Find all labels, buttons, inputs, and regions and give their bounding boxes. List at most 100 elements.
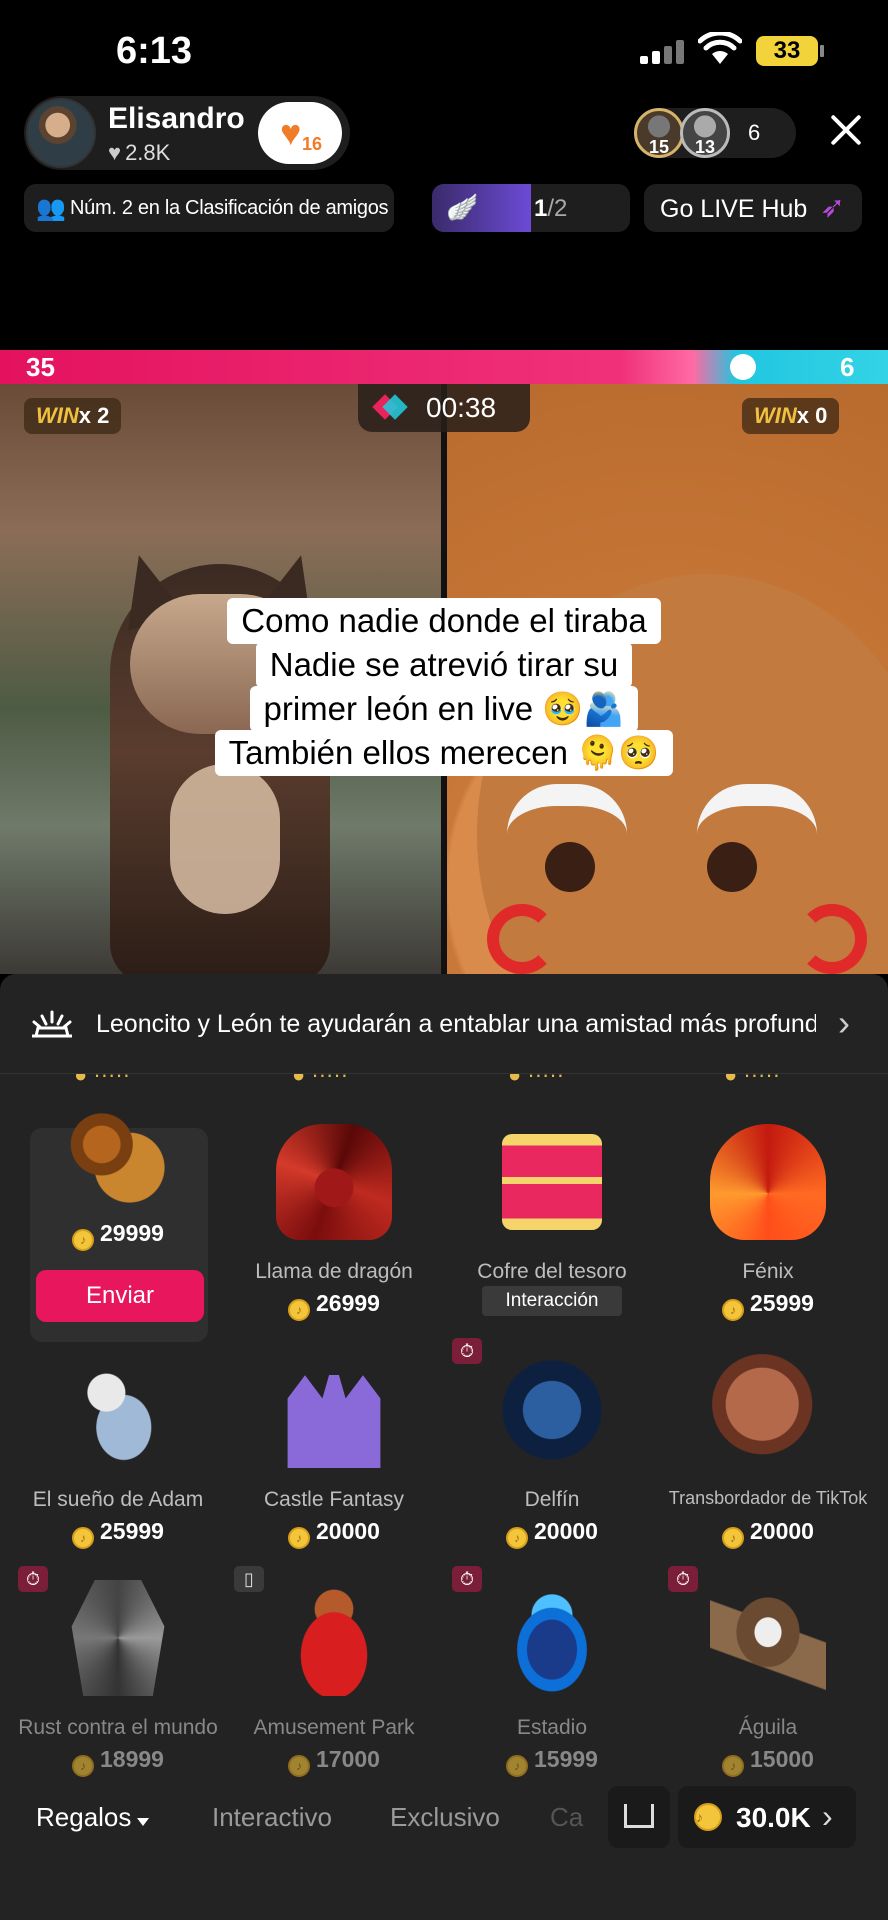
friends-icon: 👥 bbox=[36, 195, 66, 222]
cut-price: ● ····· bbox=[508, 1074, 565, 1087]
coin-icon: ♪ bbox=[694, 1803, 722, 1831]
cut-price: ● ····· bbox=[724, 1074, 781, 1087]
arrow-icon: ➶ bbox=[820, 191, 846, 224]
host-likes: ♥ 2.8K bbox=[108, 140, 170, 166]
gift-price-value: 15000 bbox=[750, 1746, 814, 1772]
chevron-right-icon: › bbox=[822, 1798, 833, 1834]
video-gift-icon: ▯ bbox=[234, 1566, 264, 1592]
goal-icon: 🪽 bbox=[446, 192, 479, 222]
gift-price: ♪ 20000 bbox=[444, 1518, 660, 1549]
coin-icon: ♪ bbox=[506, 1755, 529, 1777]
gift-name: Amusement Park bbox=[253, 1716, 415, 1739]
battle-timer-text: 00:38 bbox=[426, 392, 497, 423]
left-win-count: x 2 bbox=[78, 403, 110, 428]
robot-icon bbox=[71, 1580, 165, 1696]
coin-icon: ♪ bbox=[288, 1755, 311, 1777]
fan-club-button[interactable]: ♥ 16 bbox=[258, 102, 342, 164]
coin-icon: ♪ bbox=[506, 1527, 529, 1549]
host-profile-pill[interactable]: Elisandro ♥ 2.8K ♥ 16 bbox=[24, 96, 350, 170]
dragon-icon bbox=[276, 1124, 392, 1240]
gift-price-value: 25999 bbox=[750, 1290, 814, 1316]
crown-rays-icon bbox=[32, 1010, 72, 1038]
tab-interactive[interactable]: Interactivo bbox=[212, 1802, 332, 1833]
chevron-right-icon[interactable]: › bbox=[838, 1002, 850, 1044]
fan-level: 16 bbox=[302, 134, 323, 154]
close-icon[interactable] bbox=[828, 112, 864, 148]
goal-progress-pill[interactable]: 🪽 1/2 bbox=[432, 184, 630, 232]
tab-exclusive[interactable]: Exclusivo bbox=[390, 1802, 500, 1833]
battery-level: 33 bbox=[773, 37, 801, 64]
right-win-label: WIN bbox=[754, 403, 797, 428]
battery-tip bbox=[820, 45, 824, 57]
battle-score-bar: 35 6 bbox=[0, 350, 888, 384]
cat-chest bbox=[170, 764, 280, 914]
gift-price: ♪ 25999 bbox=[660, 1290, 876, 1321]
gift-name: Llama de dragón bbox=[255, 1260, 413, 1283]
crown-button[interactable] bbox=[608, 1786, 670, 1848]
candy-swirl bbox=[487, 904, 557, 974]
viewer-avatar-1[interactable]: 15 bbox=[634, 108, 684, 158]
candy-swirl bbox=[797, 904, 867, 974]
gift-price: ♪ 26999 bbox=[226, 1290, 442, 1321]
gift-price-value: 20000 bbox=[534, 1518, 598, 1544]
tab-gifts[interactable]: Regalos bbox=[36, 1802, 150, 1833]
coin-icon: ♪ bbox=[722, 1755, 745, 1777]
wallet-button[interactable]: ♪ 30.0K › bbox=[678, 1786, 856, 1848]
wifi-icon bbox=[698, 32, 742, 64]
coin-balance: 30.0K bbox=[736, 1802, 811, 1833]
gift-name: Rust contra el mundo bbox=[18, 1716, 218, 1739]
coin-icon: ♪ bbox=[722, 1527, 745, 1549]
treasure-chest-icon bbox=[502, 1134, 602, 1230]
gift-price: ♪ 15000 bbox=[660, 1746, 876, 1777]
gift-price-value: 26999 bbox=[316, 1290, 380, 1316]
gift-price: ♪ 20000 bbox=[226, 1518, 442, 1549]
fan-heart-icon: ♥ bbox=[280, 112, 302, 153]
battery-icon: 33 bbox=[756, 36, 818, 66]
viewer-group[interactable]: 15 13 6 bbox=[634, 108, 796, 158]
send-button[interactable]: Enviar bbox=[36, 1270, 204, 1322]
timer-icon: ⏱ bbox=[452, 1566, 482, 1592]
tab-gifts-label: Regalos bbox=[36, 1802, 132, 1832]
gift-price-value: 18999 bbox=[100, 1746, 164, 1772]
caption-line: Nadie se atrevió tirar su bbox=[255, 642, 633, 688]
right-win-badge: WINx 0 bbox=[742, 398, 840, 434]
friends-rank-pill[interactable]: 👥 Núm. 2 en la Clasificación de amigos bbox=[24, 184, 394, 232]
coin-icon: ♪ bbox=[72, 1755, 95, 1777]
gingerbread-eye bbox=[707, 842, 757, 892]
gift-price-value: 20000 bbox=[316, 1518, 380, 1544]
battle-right-score: 6 bbox=[840, 352, 855, 382]
gift-price: ♪ 15999 bbox=[444, 1746, 660, 1777]
gift-price-value: 25999 bbox=[100, 1518, 164, 1544]
gift-name: El sueño de Adam bbox=[32, 1488, 204, 1511]
caption-line: Como nadie donde el tiraba bbox=[227, 598, 661, 644]
go-live-hub-button[interactable]: Go LIVE Hub ➶ bbox=[644, 184, 862, 232]
go-live-hub-label: Go LIVE Hub bbox=[660, 195, 808, 223]
cut-price: ● ····· bbox=[74, 1074, 131, 1087]
gift-banner-text: Leoncito y León te ayudarán a entablar u… bbox=[96, 1010, 816, 1038]
coin-icon: ♪ bbox=[288, 1299, 311, 1321]
tab-more[interactable]: Ca bbox=[550, 1802, 583, 1833]
coin-icon: ♪ bbox=[72, 1527, 95, 1549]
battle-icon bbox=[376, 394, 406, 420]
interaction-tag: Interacción bbox=[482, 1286, 622, 1316]
viewer-count[interactable]: 6 bbox=[748, 120, 760, 146]
gift-banner[interactable]: Leoncito y León te ayudarán a entablar u… bbox=[0, 974, 888, 1074]
status-bar: 6:13 33 bbox=[0, 0, 888, 100]
right-win-count: x 0 bbox=[796, 403, 828, 428]
host-avatar[interactable] bbox=[26, 98, 96, 168]
gift-price: ♪ 18999 bbox=[10, 1746, 226, 1777]
gift-name: Águila bbox=[738, 1716, 798, 1739]
friends-rank-text: Núm. 2 en la Clasificación de amigos bbox=[70, 197, 389, 219]
cut-price: ● ····· bbox=[292, 1074, 349, 1087]
gift-price-value: 17000 bbox=[316, 1746, 380, 1772]
gift-price: ♪ 29999 bbox=[10, 1220, 226, 1251]
heart-icon: ♥ bbox=[108, 140, 122, 165]
castle-icon bbox=[287, 1357, 381, 1468]
phoenix-icon bbox=[710, 1124, 826, 1240]
timer-icon: ⏱ bbox=[668, 1566, 698, 1592]
viewer-avatar-2[interactable]: 13 bbox=[680, 108, 730, 158]
gift-price: ♪ 25999 bbox=[10, 1518, 226, 1549]
astronaut-icon bbox=[60, 1352, 176, 1468]
gift-name: Fénix bbox=[742, 1260, 794, 1283]
status-time: 6:13 bbox=[116, 30, 193, 72]
